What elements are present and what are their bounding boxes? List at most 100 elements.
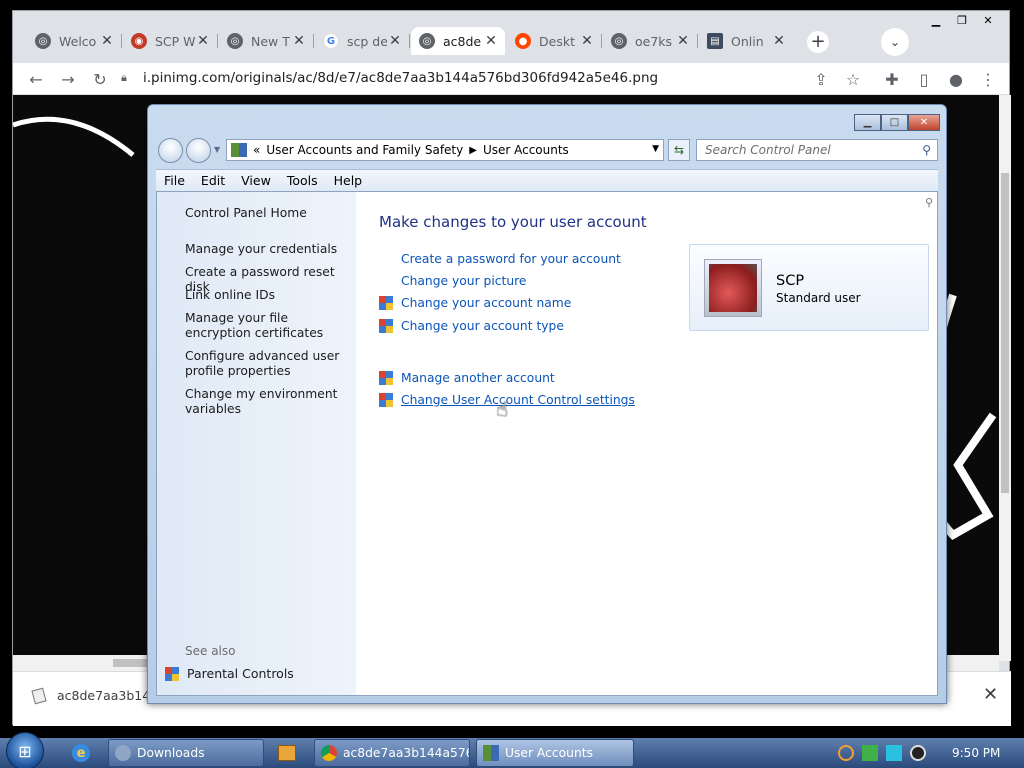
tab-2[interactable]: ◉ SCP W ✕ xyxy=(123,27,218,55)
close-icon[interactable]: ✕ xyxy=(675,33,691,49)
close-icon[interactable]: ✕ xyxy=(99,33,115,49)
taskbar-item-chrome[interactable]: ac8de7aa3b144a576b... xyxy=(314,739,470,767)
menu-edit[interactable]: Edit xyxy=(193,173,233,188)
document-icon: ▤ xyxy=(707,33,723,49)
chrome-icon xyxy=(321,745,337,761)
manage-credentials-link[interactable]: Manage your credentials xyxy=(185,242,345,257)
globe-icon: ◎ xyxy=(611,33,627,49)
search-input[interactable]: Search Control Panel ⚲ xyxy=(696,139,938,161)
taskbar: ⊞ e Downloads ac8de7aa3b144a576b... User… xyxy=(0,732,1024,768)
back-arrow-icon[interactable]: ← xyxy=(25,68,47,90)
close-icon[interactable]: ✕ xyxy=(291,33,307,49)
link-online-ids-link[interactable]: Link online IDs xyxy=(185,288,345,303)
minimize-button[interactable]: ▁ xyxy=(923,11,949,29)
forward-button[interactable] xyxy=(186,138,211,163)
shield-icon xyxy=(379,319,393,333)
shield-icon xyxy=(379,393,393,407)
control-panel-icon xyxy=(483,745,499,761)
minimize-button[interactable]: ▁ xyxy=(854,114,881,131)
taskbar-item-user-accounts[interactable]: User Accounts xyxy=(476,739,634,767)
scp-icon: ◉ xyxy=(131,33,147,49)
address-breadcrumb[interactable]: « User Accounts and Family Safety ▶ User… xyxy=(226,139,664,161)
star-icon[interactable]: ☆ xyxy=(842,68,864,90)
download-item[interactable]: ac8de7aa3b14 xyxy=(31,687,150,704)
extensions-icon[interactable]: ✚ xyxy=(881,68,903,90)
desktop: ◎ Welco ✕ ◉ SCP W ✕ ◎ New T ✕ Gscp de ✕ ◎ ac8de ✕… xyxy=(0,0,1024,768)
tab-4[interactable]: Gscp de ✕ xyxy=(315,27,410,55)
see-also-heading: See also xyxy=(185,644,236,658)
shield-icon xyxy=(379,371,393,385)
taskbar-item-downloads[interactable]: Downloads xyxy=(108,739,264,767)
volume-icon[interactable] xyxy=(910,745,926,761)
monitor-icon[interactable] xyxy=(886,745,902,761)
breadcrumb-item-user-accounts[interactable]: User Accounts xyxy=(483,143,569,157)
back-button[interactable] xyxy=(158,138,183,163)
search-icon[interactable]: ⚲ xyxy=(922,143,931,157)
file-encryption-link[interactable]: Manage your file encryption certificates xyxy=(185,311,345,341)
menu-file[interactable]: File xyxy=(156,173,193,188)
tab-6[interactable]: ● Deskt ✕ xyxy=(507,27,602,55)
menu-icon[interactable]: ⋮ xyxy=(977,68,999,90)
new-tab-button[interactable]: + xyxy=(807,31,829,53)
account-name: SCP xyxy=(776,273,805,289)
chevron-right-icon[interactable]: ▶ xyxy=(469,145,477,156)
search-tray-icon[interactable] xyxy=(838,745,854,761)
tab-1[interactable]: ◎ Welco ✕ xyxy=(27,27,122,55)
close-icon[interactable]: ✕ xyxy=(983,684,998,705)
account-type: Standard user xyxy=(776,291,861,305)
internet-explorer-icon[interactable]: e xyxy=(72,744,90,762)
network-icon[interactable] xyxy=(862,745,878,761)
restore-button[interactable]: ❐ xyxy=(949,11,975,29)
media-player-icon[interactable] xyxy=(278,745,296,761)
hand-cursor-icon: ☝ xyxy=(496,397,509,421)
side-panel-icon[interactable]: ▯ xyxy=(913,68,935,90)
avatar[interactable] xyxy=(704,259,762,317)
close-icon[interactable]: ✕ xyxy=(579,33,595,49)
shield-icon xyxy=(165,666,179,681)
reload-icon[interactable]: ↻ xyxy=(89,68,111,90)
chevron-down-icon[interactable]: ▼ xyxy=(652,144,659,154)
user-accounts-window: ▁ □ ✕ ▼ « User Accounts and Family Safet… xyxy=(147,104,947,704)
menu-view[interactable]: View xyxy=(233,173,279,188)
breadcrumb-item-family-safety[interactable]: User Accounts and Family Safety xyxy=(266,143,463,157)
change-account-name-link[interactable]: Change your account name xyxy=(379,296,571,310)
advanced-profile-link[interactable]: Configure advanced user profile properti… xyxy=(185,349,345,379)
scroll-thumb[interactable] xyxy=(1001,173,1009,493)
close-window-button[interactable]: ✕ xyxy=(975,11,1001,29)
tab-3[interactable]: ◎ New T ✕ xyxy=(219,27,314,55)
recent-pages-icon[interactable]: ▼ xyxy=(214,145,220,154)
windows-logo-icon: ⊞ xyxy=(18,741,32,761)
tab-7[interactable]: ◎ oe7ks ✕ xyxy=(603,27,698,55)
main-pane: Make changes to your user account Create… xyxy=(357,192,937,695)
tab-search-button[interactable]: ⌄ xyxy=(881,28,909,56)
menu-help[interactable]: Help xyxy=(326,173,371,188)
close-icon[interactable]: ✕ xyxy=(195,33,211,49)
manage-another-account-link[interactable]: Manage another account xyxy=(379,371,555,385)
close-icon[interactable]: ✕ xyxy=(483,33,499,49)
shield-icon xyxy=(379,296,393,310)
close-window-button[interactable]: ✕ xyxy=(908,114,940,131)
start-button[interactable]: ⊞ xyxy=(6,732,44,768)
vertical-scrollbar[interactable] xyxy=(999,95,1011,661)
refresh-button[interactable]: ⇆ xyxy=(668,139,690,161)
close-icon[interactable]: ✕ xyxy=(387,33,403,49)
change-picture-link[interactable]: Change your picture xyxy=(379,274,527,288)
create-password-link[interactable]: Create a password for your account xyxy=(379,252,621,266)
maximize-button[interactable]: □ xyxy=(881,114,908,131)
plus-icon: + xyxy=(810,31,826,52)
page-title: Make changes to your user account xyxy=(379,213,647,231)
address-bar[interactable]: 🔒︎ i.pinimg.com/originals/ac/8d/e7/ac8de7… xyxy=(121,65,821,91)
change-account-type-link[interactable]: Change your account type xyxy=(379,319,564,333)
close-icon[interactable]: ✕ xyxy=(771,33,787,49)
share-icon[interactable]: ⇪ xyxy=(810,68,832,90)
tab-8[interactable]: ▤ Onlin ✕ xyxy=(699,27,793,55)
clock[interactable]: 9:50 PM xyxy=(952,746,1000,760)
help-icon[interactable]: ⚲ xyxy=(925,196,933,209)
tab-5-active[interactable]: ◎ ac8de ✕ xyxy=(411,27,505,55)
control-panel-home-link[interactable]: Control Panel Home xyxy=(185,206,345,221)
menu-tools[interactable]: Tools xyxy=(279,173,326,188)
profile-icon[interactable]: ● xyxy=(945,68,967,90)
parental-controls-link[interactable]: Parental Controls xyxy=(165,666,294,681)
forward-arrow-icon[interactable]: → xyxy=(57,68,79,90)
environment-variables-link[interactable]: Change my environment variables xyxy=(185,387,345,417)
